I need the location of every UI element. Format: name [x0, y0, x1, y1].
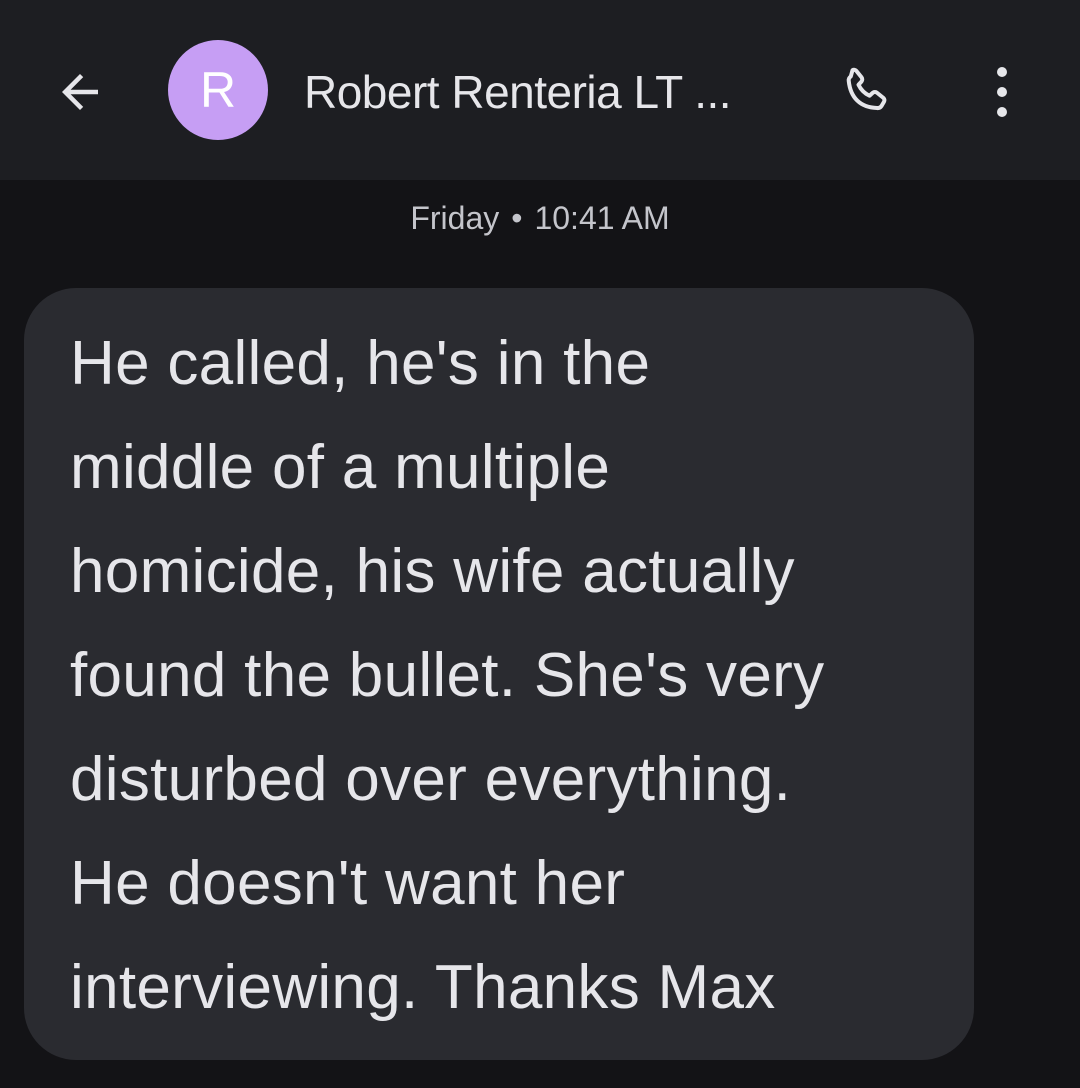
message-line: He doesn't want her — [70, 849, 626, 918]
timestamp-time: 10:41 AM — [534, 200, 670, 236]
arrow-back-icon — [62, 74, 98, 110]
message-line: He called, he's in the — [70, 329, 651, 398]
message-line: middle of a multiple — [70, 433, 611, 502]
call-button[interactable] — [830, 58, 902, 126]
more-vert-icon — [997, 67, 1007, 117]
contact-name[interactable]: Robert Renteria LT ... — [304, 62, 784, 122]
message-line: homicide, his wife actually — [70, 537, 795, 606]
separator-dot: • — [511, 200, 523, 236]
phone-icon — [846, 67, 887, 111]
message-text: He called, he's in the middle of a multi… — [70, 312, 934, 1040]
incoming-message-bubble[interactable]: He called, he's in the middle of a multi… — [24, 288, 974, 1060]
more-options-button[interactable] — [972, 58, 1032, 126]
contact-avatar[interactable]: R — [168, 40, 268, 140]
message-line: found the bullet. She's very — [70, 641, 825, 710]
avatar-initial: R — [199, 62, 237, 118]
message-line: interviewing. Thanks Max — [70, 953, 776, 1022]
timestamp-day: Friday — [410, 200, 500, 236]
app-bar: R Robert Renteria LT ... — [0, 0, 1080, 180]
message-timestamp: Friday • 10:41 AM — [0, 196, 1080, 240]
message-line: disturbed over everything. — [70, 745, 792, 814]
back-button[interactable] — [48, 60, 112, 124]
